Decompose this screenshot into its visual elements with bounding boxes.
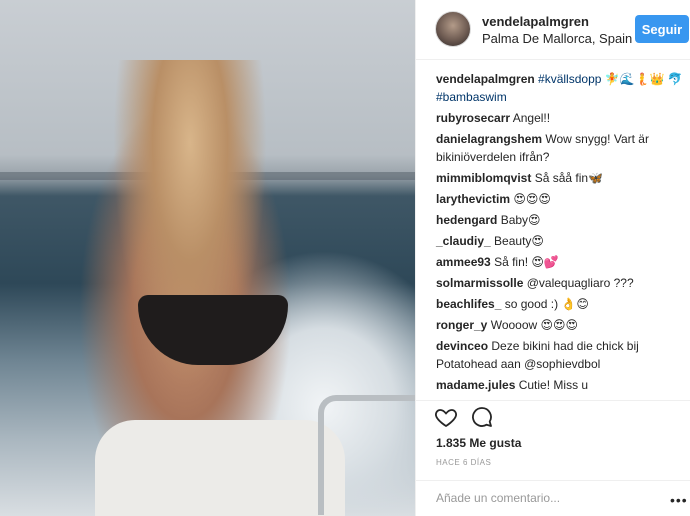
comment-username[interactable]: ammee93 [436, 255, 491, 269]
comment-item: madame.jules Cutie! Miss u [436, 376, 686, 394]
post-location[interactable]: Palma De Mallorca, Spain [482, 31, 632, 46]
comment-username[interactable]: larythevictim [436, 192, 510, 206]
comments-list: vendelapalmgren #kvällsdopp 🧚🌊🧜👑 🐬#bamba… [436, 70, 686, 397]
follow-button[interactable]: Seguir [635, 15, 689, 43]
comment-item: ronger_y Woooow 😍😍😍 [436, 316, 686, 334]
more-options-icon[interactable]: ••• [670, 492, 688, 508]
post-photo[interactable] [0, 0, 415, 516]
add-comment-input[interactable]: Añade un comentario... [436, 491, 560, 505]
comment-text: so good :) 👌😊 [504, 297, 589, 311]
photo-boat-rail [318, 395, 415, 515]
comment-username[interactable]: danielagrangshem [436, 132, 542, 146]
comment-username[interactable]: _claudiy_ [436, 234, 491, 248]
heart-icon[interactable] [434, 405, 458, 429]
comment-text: Så såå fin🦋 [534, 171, 604, 185]
comment-username[interactable]: hedengard [436, 213, 497, 227]
comment-icon[interactable] [470, 405, 494, 429]
comment-item: mimmiblomqvist Så såå fin🦋 [436, 169, 686, 187]
comment-item: _claudiy_ Beauty😍 [436, 232, 686, 250]
comment-username[interactable]: madame.jules [436, 378, 515, 392]
post-timestamp: HACE 6 DÍAS [436, 458, 492, 467]
comment-text: Baby😍 [500, 213, 541, 227]
comment-text: Cutie! Miss u [518, 378, 589, 392]
photo-white-pants [95, 420, 345, 516]
comment-item: beachlifes_ so good :) 👌😊 [436, 295, 686, 313]
comment-username[interactable]: beachlifes_ [436, 297, 501, 311]
comment-username[interactable]: rubyrosecarr [436, 111, 510, 125]
comment-text: Beauty😍 [494, 234, 544, 248]
avatar[interactable] [435, 11, 471, 47]
comment-item: rubyrosecarr Angel!! [436, 109, 686, 127]
comment-username[interactable]: vendelapalmgren [436, 72, 535, 86]
comment-text: Så fin! 😍💕 [494, 255, 559, 269]
comment-item: devinceo Deze bikini had die chick bij P… [436, 337, 686, 373]
comment-item: larythevictim 😍😍😍 [436, 190, 686, 208]
comment-item: vendelapalmgren #kvällsdopp 🧚🌊🧜👑 🐬#bamba… [436, 70, 686, 106]
comment-item: danielagrangshem Wow snygg! Vart är biki… [436, 130, 686, 166]
post-username[interactable]: vendelapalmgren [482, 14, 589, 29]
likes-count[interactable]: 1.835 Me gusta [436, 436, 521, 450]
comment-text: Woooow 😍😍😍 [490, 318, 579, 332]
comment-text: @valequagliaro ??? [526, 276, 634, 290]
post-side-panel: vendelapalmgren Palma De Mallorca, Spain… [415, 0, 690, 516]
comment-item: solmarmissolle @valequagliaro ??? [436, 274, 686, 292]
comment-item: ammee93 Så fin! 😍💕 [436, 253, 686, 271]
comment-username[interactable]: ronger_y [436, 318, 487, 332]
comment-username[interactable]: devinceo [436, 339, 488, 353]
comment-item: hedengard Baby😍 [436, 211, 686, 229]
post-header: vendelapalmgren Palma De Mallorca, Spain… [416, 0, 690, 60]
comment-username[interactable]: mimmiblomqvist [436, 171, 531, 185]
comment-text: 😍😍😍 [513, 192, 551, 206]
comment-username[interactable]: solmarmissolle [436, 276, 523, 290]
comment-text: Angel!! [512, 111, 551, 125]
